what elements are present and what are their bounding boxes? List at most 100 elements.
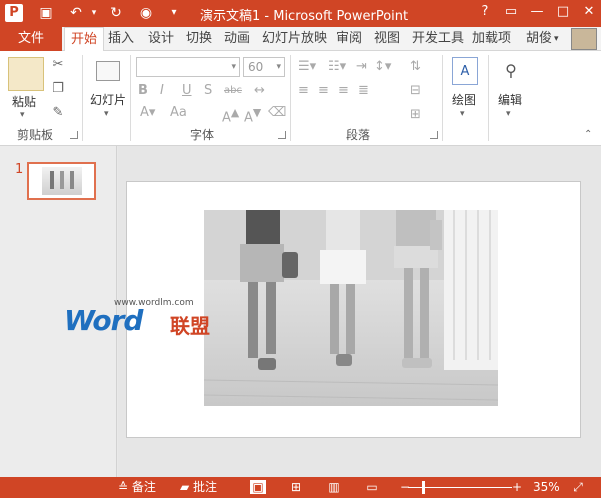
slide-sorter-icon[interactable]: ⊞ [288,480,304,494]
watermark-cn: 联盟 [170,314,210,338]
tab-home[interactable]: 开始 [64,27,105,52]
close-icon[interactable]: ✕ [576,0,601,24]
chevron-down-icon: ▾ [231,62,236,72]
customize-toolbar-icon[interactable]: ▾ [164,3,184,23]
font-name-select[interactable]: ▾ [136,57,240,77]
avatar[interactable] [571,28,597,50]
font-group-label: 字体 [190,128,215,142]
format-painter-icon[interactable]: ✎ [50,105,66,121]
shapes-icon[interactable]: A [452,57,478,85]
align-text-icon[interactable]: ⊟ [410,83,421,99]
slide-photo[interactable] [204,210,498,406]
binoculars-icon[interactable]: ⚲ [498,57,524,85]
strikethrough-button[interactable]: abc [224,83,242,99]
comments-button[interactable]: ▰ 批注 [180,479,217,496]
normal-view-icon[interactable]: ▣ [250,480,266,494]
indent-icon[interactable]: ⇥ [356,59,367,75]
watermark-word: Word [64,304,143,337]
character-spacing-icon[interactable]: ↔ [254,83,265,99]
font-size-select[interactable]: 60 ▾ [243,57,285,77]
shadow-button[interactable]: S [204,83,212,99]
group-divider [442,55,443,141]
cut-icon[interactable]: ✂ [50,57,66,73]
maximize-icon[interactable]: □ [550,0,576,24]
ribbon-display-icon[interactable]: ▭ [498,0,524,24]
paste-dropdown-icon[interactable]: ▾ [20,107,25,123]
paste-icon[interactable] [8,57,44,91]
clipboard-label: 剪贴板 [17,128,54,142]
smartart-icon[interactable]: ⊞ [410,107,421,123]
tab-animations[interactable]: 动画 [224,27,250,51]
group-divider [130,55,131,141]
align-left-icon[interactable]: ≡ [298,83,309,99]
watermark-logo: www.wordlm.com Word 联盟 [64,298,224,338]
account-name[interactable]: 胡俊 [526,27,552,51]
undo-icon[interactable]: ↶ [66,3,86,23]
tab-transitions[interactable]: 切换 [186,27,212,51]
start-slideshow-icon[interactable]: ◉ [136,3,156,23]
paragraph-launcher-icon[interactable] [430,131,438,139]
italic-button[interactable]: I [160,83,164,99]
undo-dropdown-icon[interactable]: ▾ [84,3,104,23]
tab-developer[interactable]: 开发工具 [412,27,464,51]
font-color-icon[interactable]: A▾ [140,105,155,121]
group-divider [290,55,291,141]
slide-thumbnail[interactable] [27,162,96,200]
save-icon[interactable]: ▣ [36,3,56,23]
notes-icon: ≙ [118,480,132,494]
thumbnail-figures [50,171,74,189]
drawing-dropdown-icon[interactable]: ▾ [460,106,465,122]
photo-illustration [204,210,498,406]
new-slide-dropdown-icon[interactable]: ▾ [104,106,109,122]
ribbon-home: 粘贴 ▾ ✂ ❐ ✎ 剪贴板 幻灯片 ▾ ▾ 60 ▾ B I U S abc … [0,51,601,146]
align-center-icon[interactable]: ≡ [318,83,329,99]
tab-review[interactable]: 审阅 [336,27,362,51]
group-divider [488,55,489,141]
notes-label: 备注 [131,480,156,494]
underline-button[interactable]: U [182,83,192,99]
chevron-down-icon: ▾ [276,62,281,72]
font-launcher-icon[interactable] [278,131,286,139]
bold-button[interactable]: B [138,83,148,99]
account-dropdown-icon[interactable]: ▾ [554,27,559,51]
group-divider [82,55,83,141]
powerpoint-logo-icon[interactable]: P [5,4,23,22]
tab-slideshow[interactable]: 幻灯片放映 [262,27,327,51]
redo-icon[interactable]: ↻ [106,3,126,23]
zoom-in-icon[interactable]: + [512,479,522,496]
status-bar: ≙ 备注 ▰ 批注 ▣ ⊞ ▥ ▭ − + 35% ⤢ [0,477,601,498]
change-case-button[interactable]: Aa [170,105,187,121]
tab-addins[interactable]: 加载项 [472,27,511,51]
increase-font-icon[interactable]: A▲ [222,105,239,126]
fit-to-window-icon[interactable]: ⤢ [570,480,586,494]
line-spacing-icon[interactable]: ↕▾ [374,59,391,75]
decrease-font-icon[interactable]: A▼ [244,105,261,126]
collapse-ribbon-icon[interactable]: ⌃ [584,127,592,143]
copy-icon[interactable]: ❐ [50,81,66,97]
slide-number: 1 [15,162,24,177]
bullets-icon[interactable]: ☰▾ [298,59,316,75]
text-direction-icon[interactable]: ⇅ [410,59,421,75]
numbering-icon[interactable]: ☷▾ [328,59,346,75]
new-slide-icon[interactable] [96,61,120,81]
clear-formatting-icon[interactable]: ⌫ [268,105,286,121]
help-icon[interactable]: ? [472,0,498,24]
tab-design[interactable]: 设计 [148,27,174,51]
ribbon-tabs: 文件 开始 插入 设计 切换 动画 幻灯片放映 审阅 视图 开发工具 加载项 胡… [0,27,601,52]
title-bar: P ▣ ↶ ▾ ↻ ◉ ▾ 演示文稿1 - Microsoft PowerPoi… [0,0,601,27]
comment-icon: ▰ [180,480,194,494]
justify-icon[interactable]: ≣ [358,83,369,99]
zoom-level[interactable]: 35% [533,479,560,496]
notes-button[interactable]: ≙ 备注 [118,479,156,496]
minimize-icon[interactable]: — [524,0,550,24]
comments-label: 批注 [193,480,218,494]
tab-view[interactable]: 视图 [374,27,400,51]
reading-view-icon[interactable]: ▥ [326,480,342,494]
zoom-slider-thumb[interactable] [422,481,425,494]
align-right-icon[interactable]: ≡ [338,83,349,99]
slideshow-view-icon[interactable]: ▭ [364,480,380,494]
tab-insert[interactable]: 插入 [108,27,134,51]
clipboard-launcher-icon[interactable] [70,131,78,139]
editing-dropdown-icon[interactable]: ▾ [506,106,511,122]
tab-file[interactable]: 文件 [0,27,62,51]
